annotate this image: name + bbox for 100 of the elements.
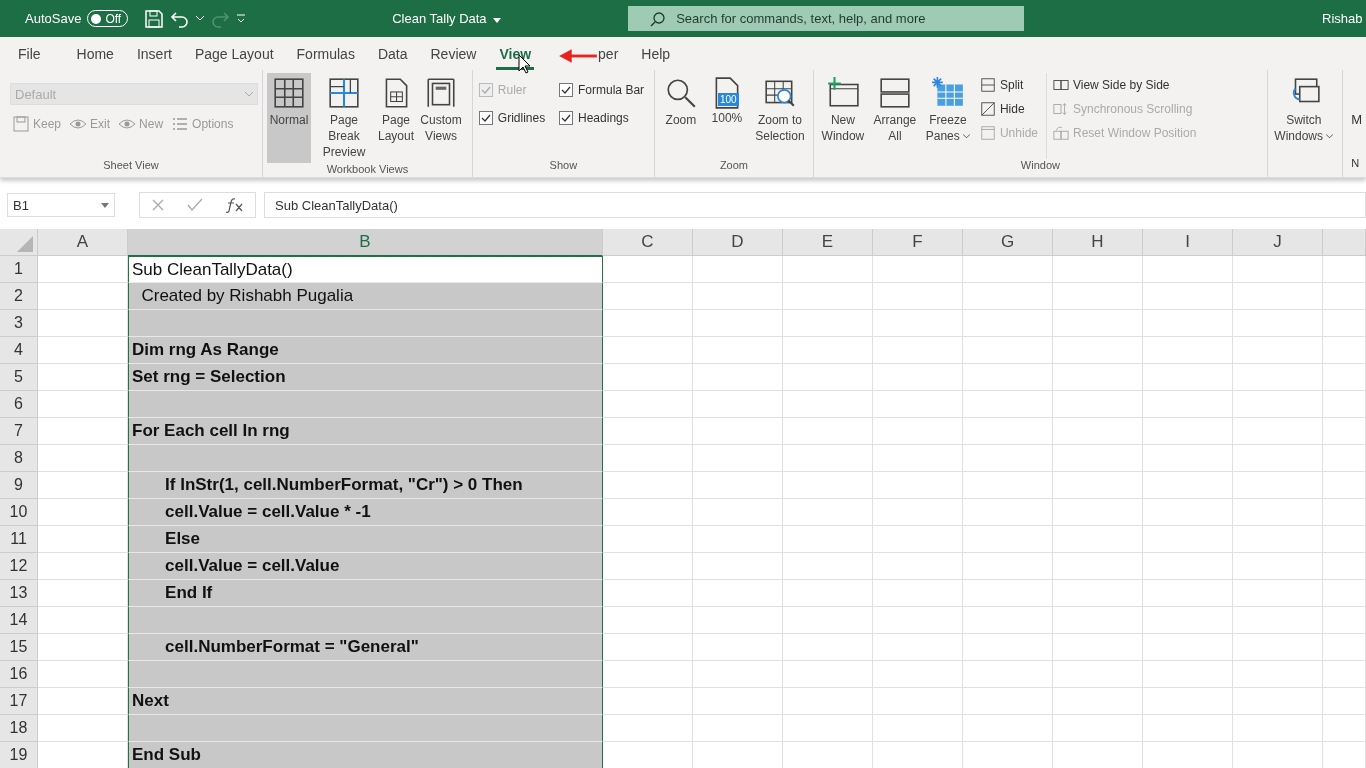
- row-header[interactable]: 1: [0, 256, 38, 283]
- empty-cell[interactable]: [963, 499, 1053, 526]
- empty-cell[interactable]: [1323, 391, 1366, 418]
- empty-cell[interactable]: [1053, 526, 1143, 553]
- show-checkbox[interactable]: Headings: [559, 111, 648, 125]
- empty-cell[interactable]: [873, 418, 963, 445]
- empty-cell[interactable]: [1053, 715, 1143, 742]
- row-header[interactable]: 12: [0, 553, 38, 580]
- empty-cell[interactable]: [1143, 337, 1233, 364]
- empty-cell[interactable]: [693, 661, 783, 688]
- empty-cell[interactable]: [1233, 256, 1323, 283]
- empty-cell[interactable]: [1053, 661, 1143, 688]
- row-header[interactable]: 15: [0, 634, 38, 661]
- empty-cell[interactable]: [783, 607, 873, 634]
- column-header[interactable]: F: [873, 229, 963, 256]
- empty-cell[interactable]: [963, 715, 1053, 742]
- empty-cell[interactable]: [693, 526, 783, 553]
- ribbon-tab[interactable]: View: [488, 37, 543, 70]
- empty-cell[interactable]: [693, 310, 783, 337]
- empty-cell[interactable]: [693, 553, 783, 580]
- empty-cell[interactable]: [1053, 553, 1143, 580]
- empty-cell[interactable]: [1053, 310, 1143, 337]
- empty-cell[interactable]: [873, 445, 963, 472]
- empty-cell[interactable]: [1233, 283, 1323, 310]
- empty-cell[interactable]: [1143, 472, 1233, 499]
- ribbon-tab[interactable]: per: [587, 37, 630, 70]
- empty-cell[interactable]: [1053, 688, 1143, 715]
- show-checkbox[interactable]: Formula Bar: [559, 83, 648, 97]
- empty-cell[interactable]: [1323, 499, 1366, 526]
- empty-cell[interactable]: [693, 283, 783, 310]
- empty-cell[interactable]: [873, 310, 963, 337]
- empty-cell[interactable]: [693, 688, 783, 715]
- empty-cell[interactable]: [1233, 418, 1323, 445]
- customize-icon[interactable]: [236, 13, 247, 24]
- empty-cell[interactable]: [1143, 688, 1233, 715]
- empty-cell[interactable]: [873, 526, 963, 553]
- row-header[interactable]: 19: [0, 742, 38, 768]
- empty-cell[interactable]: [963, 445, 1053, 472]
- empty-cell[interactable]: [1053, 391, 1143, 418]
- empty-cell[interactable]: [783, 364, 873, 391]
- empty-cell[interactable]: [963, 256, 1053, 283]
- save-icon[interactable]: [144, 8, 165, 29]
- zoom-button[interactable]: Zoom to Selection: [750, 73, 809, 159]
- empty-cell[interactable]: [1233, 310, 1323, 337]
- empty-cell[interactable]: [873, 472, 963, 499]
- empty-cell[interactable]: [1143, 661, 1233, 688]
- empty-cell[interactable]: [873, 553, 963, 580]
- empty-cell[interactable]: [1053, 364, 1143, 391]
- user-name[interactable]: Rishab: [1322, 11, 1366, 26]
- empty-cell[interactable]: [963, 580, 1053, 607]
- empty-cell[interactable]: [783, 580, 873, 607]
- empty-cell[interactable]: [693, 499, 783, 526]
- empty-cell[interactable]: [1233, 445, 1323, 472]
- window-small-button[interactable]: View Side by Side: [1053, 77, 1197, 93]
- empty-cell[interactable]: [1053, 256, 1143, 283]
- empty-cell[interactable]: [963, 418, 1053, 445]
- empty-cell[interactable]: [1233, 391, 1323, 418]
- empty-cell[interactable]: [1143, 580, 1233, 607]
- empty-cell[interactable]: [1053, 445, 1143, 472]
- ribbon-tab[interactable]: Help: [630, 37, 682, 70]
- empty-cell[interactable]: [693, 607, 783, 634]
- empty-cell[interactable]: [1053, 283, 1143, 310]
- empty-cell[interactable]: [1053, 499, 1143, 526]
- empty-cell[interactable]: [783, 634, 873, 661]
- empty-cell[interactable]: [693, 715, 783, 742]
- empty-cell[interactable]: [963, 688, 1053, 715]
- row-header[interactable]: 17: [0, 688, 38, 715]
- ribbon-button-label[interactable]: M: [1351, 112, 1362, 127]
- column-header[interactable]: J: [1233, 229, 1323, 256]
- empty-cell[interactable]: [1323, 688, 1366, 715]
- column-header[interactable]: B: [128, 229, 603, 257]
- ribbon-tab[interactable]: Data: [366, 37, 419, 70]
- empty-cell[interactable]: [1143, 283, 1233, 310]
- zoom-button[interactable]: 100 100%: [704, 73, 749, 159]
- column-header[interactable]: E: [783, 229, 873, 256]
- row-header[interactable]: 4: [0, 337, 38, 364]
- row-header[interactable]: 8: [0, 445, 38, 472]
- view-button[interactable]: Custom Views: [417, 73, 465, 163]
- empty-cell[interactable]: [1233, 607, 1323, 634]
- empty-cell[interactable]: [783, 661, 873, 688]
- empty-cell[interactable]: [783, 715, 873, 742]
- show-checkbox[interactable]: Gridlines: [478, 111, 550, 125]
- empty-cell[interactable]: [693, 337, 783, 364]
- column-header[interactable]: A: [38, 229, 128, 256]
- empty-cell[interactable]: [1233, 580, 1323, 607]
- empty-cell[interactable]: [1323, 580, 1366, 607]
- empty-cell[interactable]: [1233, 337, 1323, 364]
- empty-cell[interactable]: [1323, 337, 1366, 364]
- empty-cell[interactable]: [873, 607, 963, 634]
- ribbon-tab[interactable]: Review: [419, 37, 488, 70]
- formula-field[interactable]: Sub CleanTallyData(): [264, 192, 1366, 218]
- empty-cell[interactable]: [963, 553, 1053, 580]
- document-title[interactable]: Clean Tally Data: [392, 11, 623, 26]
- empty-cell[interactable]: [963, 283, 1053, 310]
- empty-cell[interactable]: [1233, 499, 1323, 526]
- column-header[interactable]: C: [603, 229, 693, 256]
- empty-cell[interactable]: [1233, 364, 1323, 391]
- row-header[interactable]: 5: [0, 364, 38, 391]
- empty-cell[interactable]: [963, 472, 1053, 499]
- row-header[interactable]: 2: [0, 283, 38, 310]
